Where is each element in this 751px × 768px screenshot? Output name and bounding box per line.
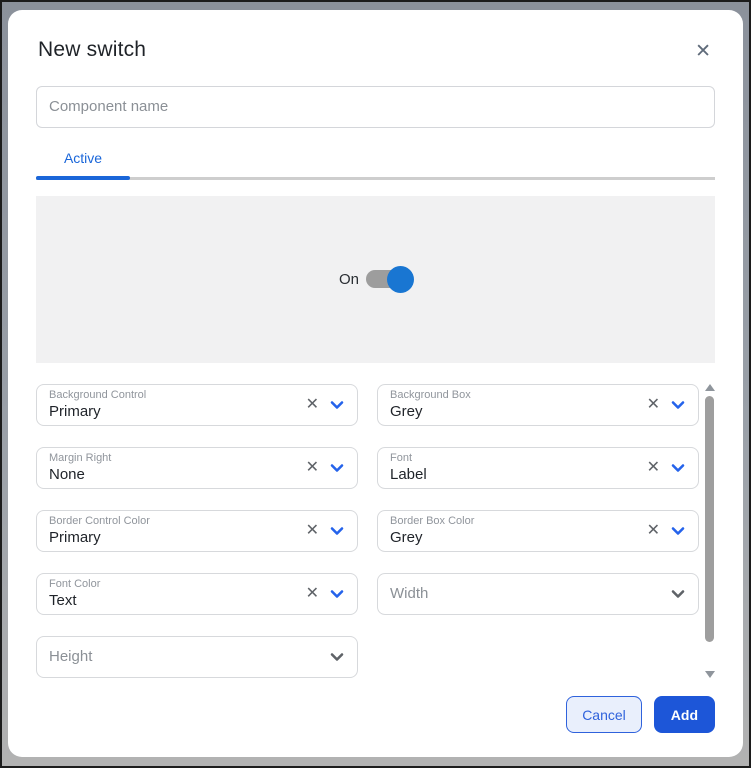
clear-icon[interactable]: ✕ (306, 586, 319, 602)
close-icon[interactable]: ✕ (693, 40, 713, 63)
field-text: Margin Right None (49, 453, 111, 484)
preview-panel: On (36, 196, 715, 363)
field-icons: ✕ (647, 460, 686, 476)
toggle-knob (387, 266, 414, 293)
field-icons: ✕ (306, 460, 345, 476)
chevron-down-icon[interactable] (329, 523, 345, 539)
field-value: Grey (390, 530, 474, 547)
select-field[interactable]: Font Color Text ✕ (36, 573, 358, 615)
select-field[interactable]: Border Control Color Primary ✕ (36, 510, 358, 552)
chevron-down-icon[interactable] (329, 649, 345, 665)
field-label: Background Box (390, 390, 471, 401)
field-icons: ✕ (306, 523, 345, 539)
new-switch-dialog: New switch ✕ Active On Background Contro… (8, 10, 743, 757)
clear-icon[interactable]: ✕ (306, 523, 319, 539)
field-text: Background Box Grey (390, 390, 471, 421)
field-label: Font Color (49, 579, 100, 590)
select-field[interactable]: Background Box Grey ✕ (377, 384, 699, 426)
clear-icon[interactable]: ✕ (647, 397, 660, 413)
clear-icon[interactable]: ✕ (306, 460, 319, 476)
select-field[interactable]: Background Control Primary ✕ (36, 384, 358, 426)
field-value: Label (390, 467, 427, 484)
field-icons: ✕ (647, 523, 686, 539)
field-value: Text (49, 593, 100, 610)
chevron-down-icon[interactable] (329, 397, 345, 413)
chevron-down-icon[interactable] (670, 523, 686, 539)
chevron-down-icon[interactable] (329, 460, 345, 476)
chevron-down-icon[interactable] (670, 397, 686, 413)
scroll-up-icon[interactable] (705, 384, 715, 391)
scroll-thumb[interactable] (705, 396, 714, 642)
select-field[interactable]: Border Box Color Grey ✕ (377, 510, 699, 552)
field-icons (670, 586, 686, 602)
field-text: Height (49, 649, 92, 666)
select-field[interactable]: Height (36, 636, 358, 678)
dialog-header: New switch ✕ (36, 36, 715, 63)
toggle-group: On (339, 266, 412, 293)
toggle-label: On (339, 271, 359, 288)
component-name-input[interactable] (36, 86, 715, 128)
chevron-down-icon[interactable] (670, 460, 686, 476)
screenshot-frame: New switch ✕ Active On Background Contro… (0, 0, 751, 768)
select-field[interactable]: Width (377, 573, 699, 615)
field-value: Primary (49, 404, 146, 421)
field-value: Grey (390, 404, 471, 421)
field-value: None (49, 467, 111, 484)
chevron-down-icon[interactable] (670, 586, 686, 602)
chevron-down-icon[interactable] (329, 586, 345, 602)
scroll-track[interactable] (705, 396, 714, 666)
field-value: Height (49, 649, 92, 666)
field-text: Border Control Color Primary (49, 516, 150, 547)
select-field[interactable]: Font Label ✕ (377, 447, 699, 489)
field-text: Font Label (390, 453, 427, 484)
clear-icon[interactable]: ✕ (647, 523, 660, 539)
fields-grid: Background Control Primary ✕ Background … (36, 384, 699, 678)
dialog-title: New switch (38, 38, 146, 62)
field-label: Margin Right (49, 453, 111, 464)
field-value: Primary (49, 530, 150, 547)
tab-bar: Active (36, 141, 715, 180)
scroll-down-icon[interactable] (705, 671, 715, 678)
field-label: Border Control Color (49, 516, 150, 527)
clear-icon[interactable]: ✕ (647, 460, 660, 476)
tab-active[interactable]: Active (36, 141, 130, 177)
field-value: Width (390, 586, 428, 603)
add-button[interactable]: Add (654, 696, 715, 733)
scrollbar (704, 384, 715, 678)
field-text: Width (390, 586, 428, 603)
cancel-button[interactable]: Cancel (566, 696, 642, 733)
toggle-switch[interactable] (366, 266, 412, 293)
fields-section: Background Control Primary ✕ Background … (36, 384, 715, 678)
field-text: Font Color Text (49, 579, 100, 610)
field-label: Border Box Color (390, 516, 474, 527)
field-icons: ✕ (647, 397, 686, 413)
clear-icon[interactable]: ✕ (306, 397, 319, 413)
field-icons: ✕ (306, 586, 345, 602)
field-icons: ✕ (306, 397, 345, 413)
field-label: Font (390, 453, 427, 464)
field-text: Border Box Color Grey (390, 516, 474, 547)
dialog-footer: Cancel Add (36, 678, 715, 733)
field-text: Background Control Primary (49, 390, 146, 421)
field-icons (329, 649, 345, 665)
field-label: Background Control (49, 390, 146, 401)
select-field[interactable]: Margin Right None ✕ (36, 447, 358, 489)
